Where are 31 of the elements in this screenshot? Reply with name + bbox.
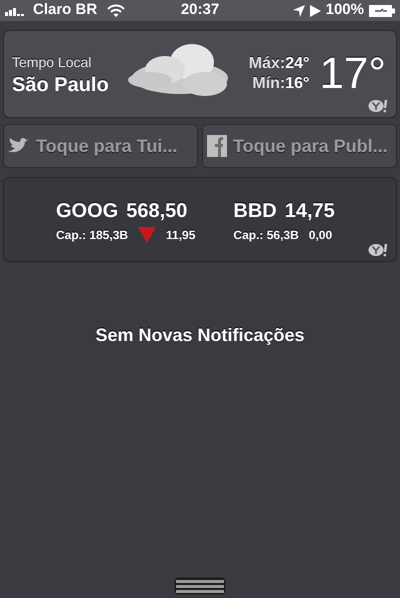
grabber-handle[interactable] (174, 577, 226, 595)
weather-card[interactable]: Tempo Local São Paulo Máx:24° Mín:16° 17° (3, 30, 397, 118)
battery-icon (369, 4, 395, 16)
carrier-name: Claro BR (33, 0, 98, 20)
stock-price: 568,50 (126, 198, 188, 224)
max-label: Máx: (248, 54, 286, 74)
market-cap: Cap.: 185,3B (56, 226, 128, 244)
yahoo-icon (368, 99, 390, 113)
min-label: Mín: (252, 74, 286, 94)
stocks-card[interactable]: GOOG 568,50 Cap.: 185,3B 11,95 BBD 14,75 Cap.: 56,3B 0,00 (3, 177, 397, 262)
empty-message: Sem Novas Notificações (95, 324, 305, 347)
min-temp: 16° (285, 74, 310, 94)
max-temp: 24° (285, 54, 310, 74)
battery-percent: 100% (326, 0, 364, 20)
down-triangle-icon (138, 226, 156, 242)
city-name: São Paulo (12, 72, 109, 96)
bird-icon (8, 137, 30, 155)
location-arrow-icon (292, 4, 305, 16)
price-change: 0,00 (308, 226, 332, 244)
weather-label: Tempo Local (12, 52, 92, 72)
current-temperature: 17° (319, 48, 386, 100)
wifi-icon (107, 4, 126, 17)
clock-time: 20:37 (180, 0, 220, 20)
play-icon (310, 4, 321, 16)
stock-symbol: BBD (233, 198, 277, 224)
stock-price: 14,75 (284, 198, 335, 224)
price-change: 11,95 (166, 226, 196, 244)
yahoo-icon (368, 243, 390, 257)
market-cap: Cap.: 56,3B (233, 226, 299, 244)
stock-symbol: GOOG (56, 198, 118, 224)
facebook-icon (207, 135, 227, 157)
